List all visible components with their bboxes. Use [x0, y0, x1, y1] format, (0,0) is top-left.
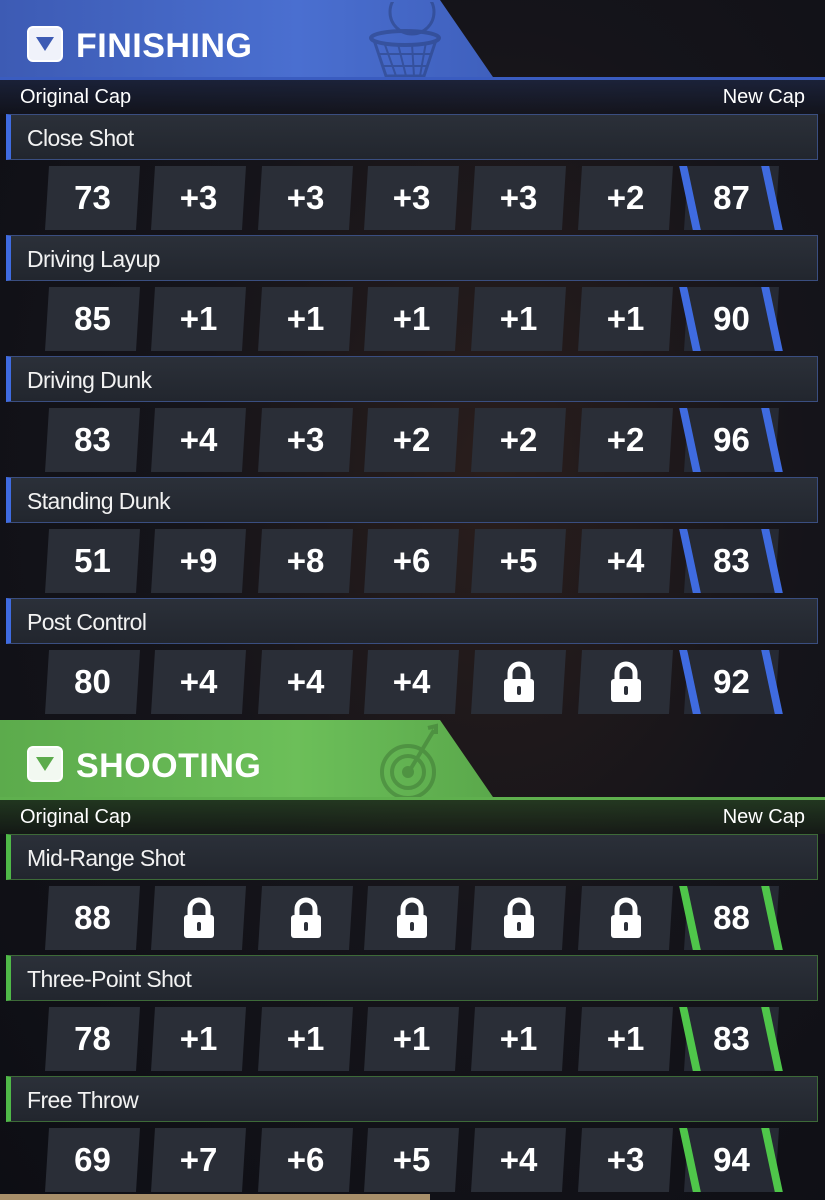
- attribute-name: Close Shot: [27, 125, 134, 151]
- boost-value: +1: [364, 287, 459, 351]
- original-cap-value: 83: [45, 408, 140, 472]
- finishing-section: FINISHING Original Cap New Cap Close Sho…: [0, 0, 825, 719]
- original-cap-value: 69: [45, 1128, 140, 1192]
- boost-value: +1: [471, 287, 566, 351]
- section-title: SHOOTING: [76, 747, 262, 785]
- lock-icon: [258, 886, 353, 950]
- boost-value: +3: [151, 166, 246, 230]
- lock-icon: [578, 650, 673, 714]
- chevron-down-icon[interactable]: [27, 26, 63, 62]
- attribute-row[interactable]: Close Shot 73 +3 +3 +3 +3 +2 87: [0, 114, 825, 235]
- original-cap-value: 80: [45, 650, 140, 714]
- attribute-name-bar: Free Throw: [6, 1076, 818, 1122]
- lock-icon: [471, 886, 566, 950]
- cap-labels-row: Original Cap New Cap: [0, 800, 825, 834]
- basketball-hoop-icon: [369, 2, 441, 78]
- cap-cells: 80 +4 +4 +4 92: [0, 650, 825, 714]
- boost-value: +1: [151, 287, 246, 351]
- lock-icon: [151, 886, 246, 950]
- cap-cells: 83 +4 +3 +2 +2 +2 96: [0, 408, 825, 472]
- boost-value: +4: [151, 408, 246, 472]
- attribute-row[interactable]: Mid-Range Shot 88 88: [0, 834, 825, 955]
- attribute-name: Free Throw: [27, 1087, 139, 1113]
- original-cap-value: 78: [45, 1007, 140, 1071]
- boost-value: +1: [258, 287, 353, 351]
- original-cap-label: Original Cap: [20, 806, 132, 828]
- attribute-name: Three-Point Shot: [27, 966, 192, 992]
- lock-icon: [364, 886, 459, 950]
- attribute-name: Standing Dunk: [27, 488, 171, 514]
- attribute-name: Post Control: [27, 609, 147, 635]
- original-cap-value: 51: [45, 529, 140, 593]
- shooting-header[interactable]: SHOOTING: [0, 720, 825, 800]
- attribute-name: Driving Layup: [27, 246, 160, 272]
- boost-value: +1: [578, 1007, 673, 1071]
- boost-value: +1: [151, 1007, 246, 1071]
- cap-cells: 73 +3 +3 +3 +3 +2 87: [0, 166, 825, 230]
- original-cap-label: Original Cap: [20, 86, 132, 108]
- attribute-row[interactable]: Three-Point Shot 78 +1 +1 +1 +1 +1 83: [0, 955, 825, 1076]
- cap-cells: 51 +9 +8 +6 +5 +4 83: [0, 529, 825, 593]
- attribute-name-bar: Three-Point Shot: [6, 955, 818, 1001]
- target-rocket-icon: [380, 723, 438, 800]
- boost-value: +8: [258, 529, 353, 593]
- attribute-row[interactable]: Driving Dunk 83 +4 +3 +2 +2 +2 96: [0, 356, 825, 477]
- lock-icon: [578, 886, 673, 950]
- boost-value: +4: [258, 650, 353, 714]
- boost-value: +1: [578, 287, 673, 351]
- attribute-name-bar: Post Control: [6, 598, 818, 644]
- attribute-name: Mid-Range Shot: [27, 845, 185, 871]
- cap-cells: 85 +1 +1 +1 +1 +1 90: [0, 287, 825, 351]
- boost-value: +7: [151, 1128, 246, 1192]
- cap-cells: 69 +7 +6 +5 +4 +3 94: [0, 1128, 825, 1192]
- attribute-name-bar: Standing Dunk: [6, 477, 818, 523]
- lock-icon: [471, 650, 566, 714]
- boost-value: +2: [578, 166, 673, 230]
- boost-value: +3: [471, 166, 566, 230]
- attribute-name-bar: Driving Layup: [6, 235, 818, 281]
- finishing-header[interactable]: FINISHING: [0, 0, 825, 80]
- boost-value: +6: [258, 1128, 353, 1192]
- section-title: FINISHING: [76, 27, 253, 65]
- boost-value: +3: [578, 1128, 673, 1192]
- boost-value: +6: [364, 529, 459, 593]
- boost-value: +2: [578, 408, 673, 472]
- bottom-edge: [0, 1194, 430, 1200]
- boost-value: +9: [151, 529, 246, 593]
- boost-value: +4: [471, 1128, 566, 1192]
- boost-value: +1: [258, 1007, 353, 1071]
- boost-value: +2: [364, 408, 459, 472]
- shooting-section: SHOOTING Original Cap New Cap Mid-Range …: [0, 720, 825, 1197]
- boost-value: +3: [364, 166, 459, 230]
- boost-value: +3: [258, 408, 353, 472]
- new-cap-label: New Cap: [722, 806, 805, 828]
- boost-value: +4: [151, 650, 246, 714]
- boost-value: +4: [578, 529, 673, 593]
- boost-value: +5: [471, 529, 566, 593]
- attribute-name-bar: Close Shot: [6, 114, 818, 160]
- original-cap-value: 88: [45, 886, 140, 950]
- boost-value: +3: [258, 166, 353, 230]
- boost-value: +1: [364, 1007, 459, 1071]
- boost-value: +5: [364, 1128, 459, 1192]
- cap-cells: 78 +1 +1 +1 +1 +1 83: [0, 1007, 825, 1071]
- boost-value: +4: [364, 650, 459, 714]
- boost-value: +2: [471, 408, 566, 472]
- attribute-row[interactable]: Standing Dunk 51 +9 +8 +6 +5 +4 83: [0, 477, 825, 598]
- attribute-name: Driving Dunk: [27, 367, 152, 393]
- new-cap-label: New Cap: [722, 86, 805, 108]
- cap-labels-row: Original Cap New Cap: [0, 80, 825, 114]
- boost-value: +1: [471, 1007, 566, 1071]
- original-cap-value: 73: [45, 166, 140, 230]
- cap-cells: 88 88: [0, 886, 825, 950]
- attribute-row[interactable]: Driving Layup 85 +1 +1 +1 +1 +1 90: [0, 235, 825, 356]
- attribute-row[interactable]: Free Throw 69 +7 +6 +5 +4 +3 94: [0, 1076, 825, 1197]
- chevron-down-icon[interactable]: [27, 746, 63, 782]
- attribute-name-bar: Driving Dunk: [6, 356, 818, 402]
- attribute-name-bar: Mid-Range Shot: [6, 834, 818, 880]
- original-cap-value: 85: [45, 287, 140, 351]
- attribute-row[interactable]: Post Control 80 +4 +4 +4 92: [0, 598, 825, 719]
